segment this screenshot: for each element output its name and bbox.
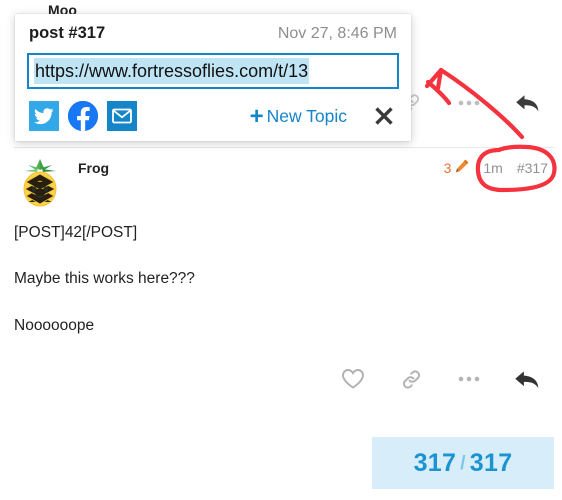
forum-thread-view: Moo Frog 3 1m #317 [POST]42[/POST] Maybe…: [0, 0, 562, 500]
new-topic-label: New Topic: [266, 105, 347, 126]
more-icon[interactable]: [456, 366, 482, 392]
reply-icon[interactable]: [514, 366, 540, 392]
post-header: Frog 3 1m #317: [0, 152, 562, 210]
share-url-text: https://www.fortressoflies.com/t/13: [34, 58, 310, 84]
twitter-icon[interactable]: [29, 101, 59, 131]
progress-current: 317: [413, 448, 457, 477]
share-popup: post #317 Nov 27, 8:46 PM https://www.fo…: [15, 14, 411, 141]
share-popup-title: post #317: [29, 24, 106, 42]
post-number[interactable]: #317: [517, 160, 548, 176]
post-line-1: [POST]42[/POST]: [14, 224, 138, 241]
post-meta: 3 1m #317: [444, 158, 548, 177]
post-line-2: Maybe this works here???: [14, 270, 195, 288]
share-targets: [29, 101, 137, 131]
email-icon[interactable]: [107, 101, 137, 131]
post-body: [POST]42[/POST] Maybe this works here???…: [0, 210, 562, 335]
post-317: Frog 3 1m #317 [POST]42[/POST] Maybe thi…: [0, 152, 562, 389]
post-action-bar: [340, 366, 540, 392]
progress-total: 317: [469, 448, 513, 477]
post-time: 1m: [483, 159, 503, 176]
link-icon[interactable]: [398, 366, 424, 392]
topic-progress-counter[interactable]: 317 / 317: [372, 437, 554, 489]
reply-icon[interactable]: [514, 90, 540, 116]
new-topic-button[interactable]: + New Topic: [250, 105, 347, 129]
edit-count: 3: [443, 159, 452, 176]
share-popup-date: Nov 27, 8:46 PM: [277, 25, 397, 42]
share-popup-footer: + New Topic: [27, 101, 399, 131]
avatar[interactable]: [14, 156, 66, 208]
edit-count-badge[interactable]: 3: [444, 158, 471, 177]
facebook-icon[interactable]: [68, 101, 98, 131]
share-popup-header: post #317 Nov 27, 8:46 PM: [27, 24, 399, 43]
post-divider: [14, 147, 554, 148]
more-icon[interactable]: [456, 90, 482, 116]
close-icon[interactable]: [373, 105, 395, 127]
heart-icon[interactable]: [340, 366, 366, 392]
previous-post-action-bar: [398, 90, 540, 116]
share-url-input[interactable]: https://www.fortressoflies.com/t/13: [27, 53, 399, 89]
progress-separator: /: [460, 453, 466, 474]
post-line-3: Noooooope: [14, 316, 95, 334]
post-username[interactable]: Frog: [78, 160, 109, 176]
pencil-icon: [454, 158, 470, 177]
